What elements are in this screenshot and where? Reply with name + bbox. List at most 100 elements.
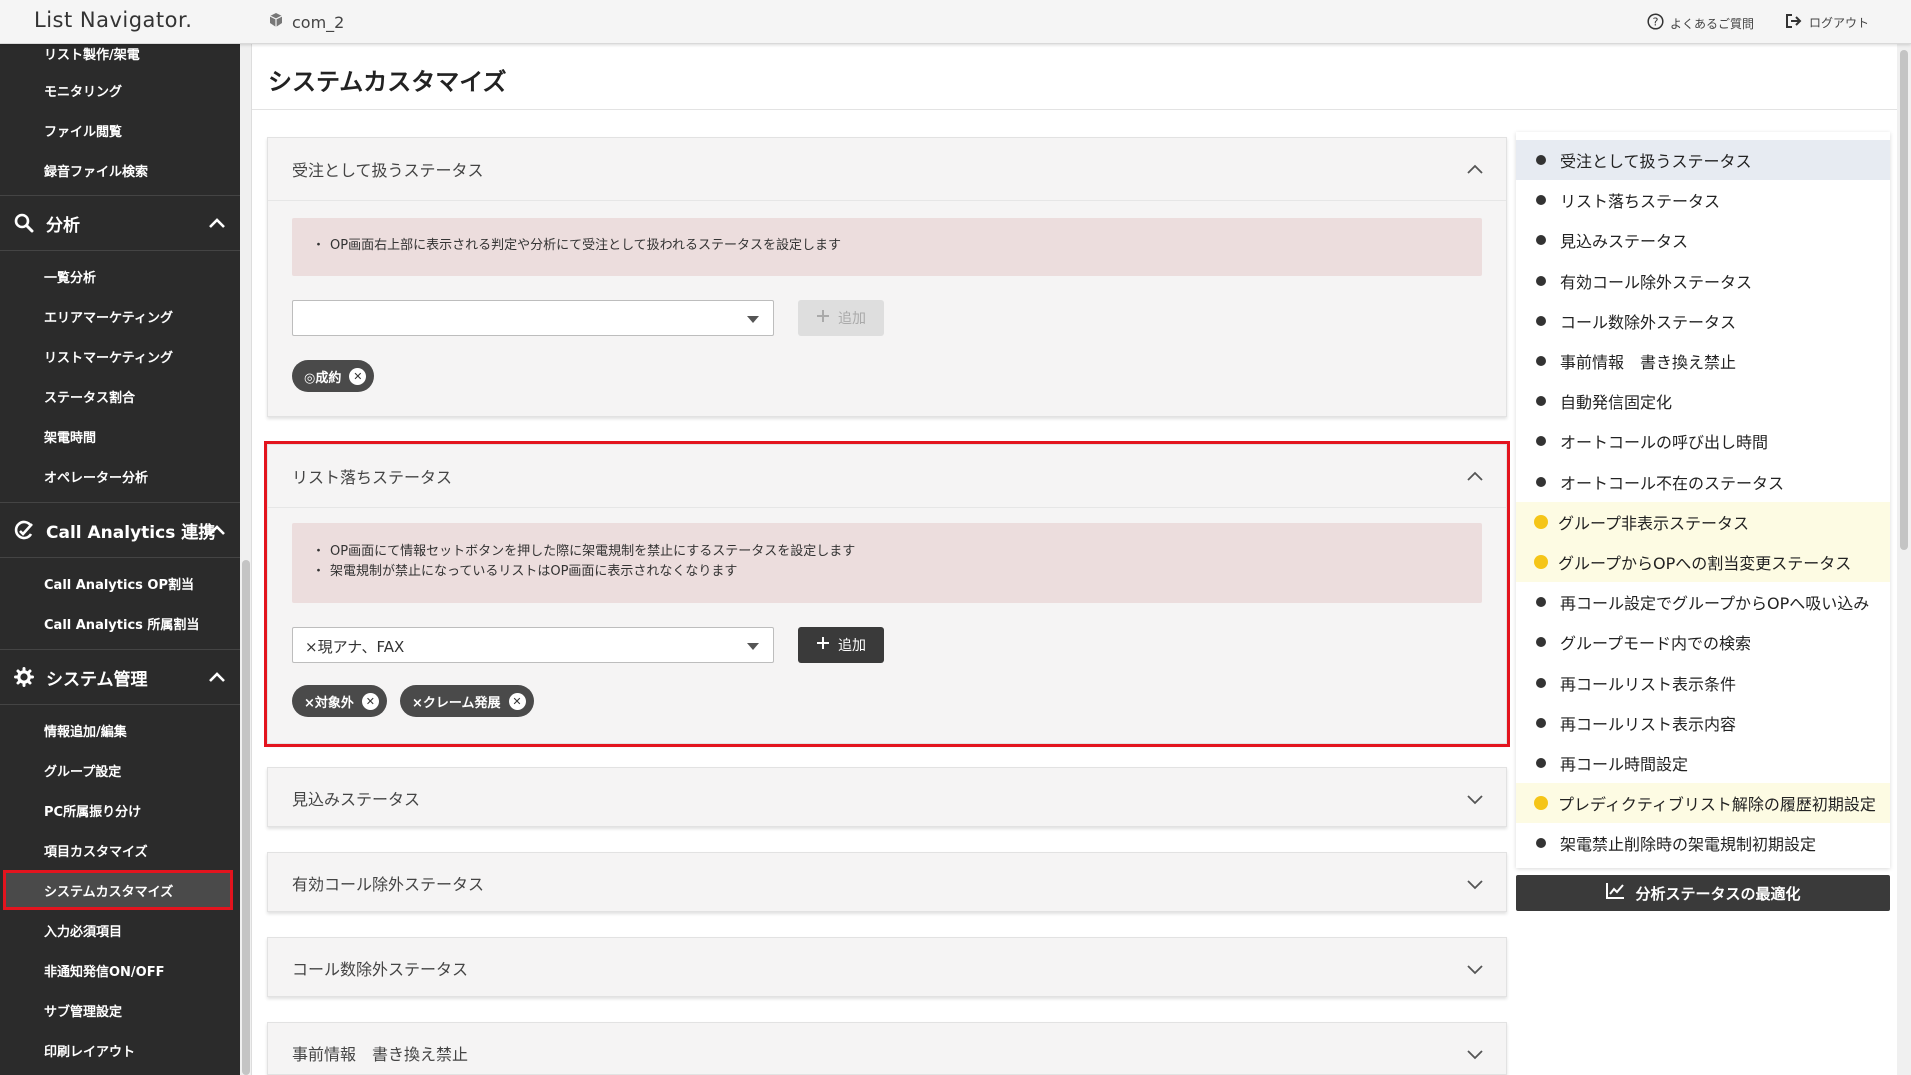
warning-dot-icon: [1534, 514, 1548, 529]
bullet-icon: [1536, 717, 1546, 728]
select-value: ×現アナ、FAX: [305, 638, 405, 656]
sidebar-item-system-customize[interactable]: システムカスタマイズ: [3, 870, 233, 910]
chip-label: ×クレーム発展: [412, 695, 501, 711]
sidebar-item-sub-admin[interactable]: サブ管理設定: [0, 993, 236, 1027]
status-select[interactable]: [292, 300, 774, 336]
add-label: 追加: [838, 638, 866, 654]
search-icon: [12, 211, 36, 235]
sidebar-item-area-marketing[interactable]: エリアマーケティング: [0, 299, 236, 333]
add-button[interactable]: 追加: [798, 300, 884, 336]
card-title: 受注として扱うステータス: [292, 161, 484, 180]
gear-icon: [12, 665, 36, 689]
section-nav-item[interactable]: グループ非表示ステータス: [1516, 501, 1890, 542]
sidebar-item-call-time[interactable]: 架電時間: [0, 419, 236, 453]
chevron-down-icon[interactable]: [1466, 960, 1484, 979]
chip-label: ◎成約: [304, 370, 342, 386]
sidebar-item-list-analysis[interactable]: 一覧分析: [0, 259, 236, 293]
section-nav-item[interactable]: 再コール時間設定: [1516, 743, 1890, 783]
section-nav-item[interactable]: コール数除外ステータス: [1516, 301, 1890, 341]
sidebar-item-pc-assign[interactable]: PC所属振り分け: [0, 793, 236, 827]
sidebar-item-operator-analysis[interactable]: オペレーター分析: [0, 459, 236, 493]
card-header[interactable]: 見込みステータス: [268, 768, 1506, 828]
sidebar-item-group-settings[interactable]: グループ設定: [0, 753, 236, 787]
remove-chip-icon[interactable]: ✕: [508, 692, 526, 710]
bullet-icon: [1536, 476, 1546, 487]
section-nav-label: 再コール時間設定: [1560, 755, 1689, 774]
remove-chip-icon[interactable]: ✕: [361, 692, 379, 710]
card-header[interactable]: リスト落ちステータス: [268, 445, 1506, 507]
chevron-down-icon[interactable]: [1466, 875, 1484, 894]
card-title: 見込みステータス: [292, 790, 421, 809]
chevron-down-icon[interactable]: [1466, 790, 1484, 809]
section-nav-label: コール数除外ステータス: [1560, 312, 1737, 332]
bullet-icon: [1536, 436, 1546, 447]
section-nav-item[interactable]: 受注として扱うステータス: [1516, 140, 1890, 180]
divider: [268, 200, 1506, 201]
section-nav-item[interactable]: 事前情報 書き換え禁止: [1516, 341, 1890, 381]
sidebar-item-ca-dept-assign[interactable]: Call Analytics 所属割当: [0, 606, 236, 640]
bullet-icon: [1536, 637, 1546, 648]
app-logo[interactable]: List Navigator.: [34, 8, 192, 32]
sidebar-item-list-marketing[interactable]: リストマーケティング: [0, 339, 236, 373]
card-preinfo-lock[interactable]: 事前情報 書き換え禁止: [267, 1022, 1507, 1075]
section-nav-item[interactable]: 再コールリスト表示条件: [1516, 663, 1890, 703]
section-nav-item[interactable]: 見込みステータス: [1516, 220, 1890, 260]
add-button[interactable]: 追加: [798, 627, 884, 663]
section-nav-item[interactable]: グループモード内での検索: [1516, 622, 1890, 662]
section-nav-item[interactable]: 有効コール除外ステータス: [1516, 261, 1890, 301]
sidebar-item-hidden-caller[interactable]: 非通知発信ON/OFF: [0, 953, 236, 987]
sidebar-item-print-layout[interactable]: 印刷レイアウト: [0, 1033, 236, 1067]
chevron-up-icon[interactable]: [1466, 160, 1484, 179]
sidebar-item-field-customize[interactable]: 項目カスタマイズ: [0, 833, 236, 867]
bullet-icon: [1536, 677, 1546, 688]
section-nav-item[interactable]: 再コールリスト表示内容: [1516, 703, 1890, 743]
status-select[interactable]: ×現アナ、FAX: [292, 627, 774, 663]
section-nav-item[interactable]: グループからOPへの割当変更ステータス: [1516, 542, 1890, 582]
sidebar-section-call-analytics[interactable]: Call Analytics 連携: [0, 502, 240, 558]
card-header[interactable]: 事前情報 書き換え禁止: [268, 1023, 1506, 1075]
remove-chip-icon[interactable]: ✕: [349, 367, 367, 385]
faq-link[interactable]: ? よくあるご質問: [1647, 13, 1754, 33]
status-chip: ×対象外 ✕: [292, 685, 387, 717]
caret-down-icon: [747, 316, 759, 323]
logout-link[interactable]: ログアウト: [1785, 13, 1869, 32]
warning-dot-icon: [1534, 555, 1548, 569]
card-call-count-exclude[interactable]: コール数除外ステータス: [267, 937, 1507, 997]
section-nav-label: グループモード内での検索: [1560, 634, 1752, 654]
sidebar-item-required-fields[interactable]: 入力必須項目: [0, 913, 236, 947]
card-valid-call-exclude[interactable]: 有効コール除外ステータス: [267, 852, 1507, 912]
sidebar-item-list-create[interactable]: リスト製作/架電: [0, 44, 236, 70]
card-header[interactable]: 受注として扱うステータス: [268, 138, 1506, 200]
card-header[interactable]: コール数除外ステータス: [268, 938, 1506, 998]
sidebar-item-info-edit[interactable]: 情報追加/編集: [0, 713, 236, 747]
chevron-down-icon[interactable]: [1466, 1045, 1484, 1064]
sidebar: リスト製作/架電 モニタリング ファイル閲覧 録音ファイル検索 分析 一覧分析 …: [0, 44, 240, 1075]
sidebar-section-system[interactable]: システム管理: [0, 649, 240, 705]
section-nav-label: オートコールの呼び出し時間: [1560, 433, 1769, 453]
card-header[interactable]: 有効コール除外ステータス: [268, 853, 1506, 913]
section-nav-label: リスト落ちステータス: [1560, 192, 1721, 212]
main-scrollbar-thumb[interactable]: [1900, 50, 1908, 550]
sidebar-item-status-ratio[interactable]: ステータス割合: [0, 379, 236, 413]
cube-icon: [268, 12, 284, 32]
sidebar-item-ca-op-assign[interactable]: Call Analytics OP割当: [0, 566, 236, 600]
section-nav-item[interactable]: 架電禁止削除時の架電規制初期設定: [1516, 823, 1890, 863]
section-nav-item[interactable]: リスト落ちステータス: [1516, 180, 1890, 220]
optimize-label: 分析ステータスの最適化: [1635, 884, 1801, 903]
sidebar-item-recording-search[interactable]: 録音ファイル検索: [0, 153, 236, 187]
sidebar-scrollbar-thumb[interactable]: [242, 560, 250, 1075]
sidebar-item-file-view[interactable]: ファイル閲覧: [0, 113, 236, 147]
section-nav-item[interactable]: プレディクティブリスト解除の履歴初期設定: [1516, 783, 1890, 824]
card-prospect-status[interactable]: 見込みステータス: [267, 767, 1507, 827]
card-title: 有効コール除外ステータス: [292, 875, 485, 894]
section-nav-label: グループからOPへの割当変更ステータス: [1558, 554, 1852, 573]
section-nav-item[interactable]: 再コール設定でグループからOPへ吸い込み: [1516, 582, 1890, 622]
section-nav-label: オートコール不在のステータス: [1560, 473, 1785, 493]
section-nav-item[interactable]: 自動発信固定化: [1516, 381, 1890, 421]
sidebar-item-monitoring[interactable]: モニタリング: [0, 73, 236, 107]
section-nav-item[interactable]: オートコール不在のステータス: [1516, 462, 1890, 502]
section-nav-item[interactable]: オートコールの呼び出し時間: [1516, 421, 1890, 461]
sidebar-section-analysis[interactable]: 分析: [0, 195, 240, 251]
chevron-up-icon[interactable]: [1466, 467, 1484, 486]
optimize-status-button[interactable]: 分析ステータスの最適化: [1516, 875, 1890, 911]
